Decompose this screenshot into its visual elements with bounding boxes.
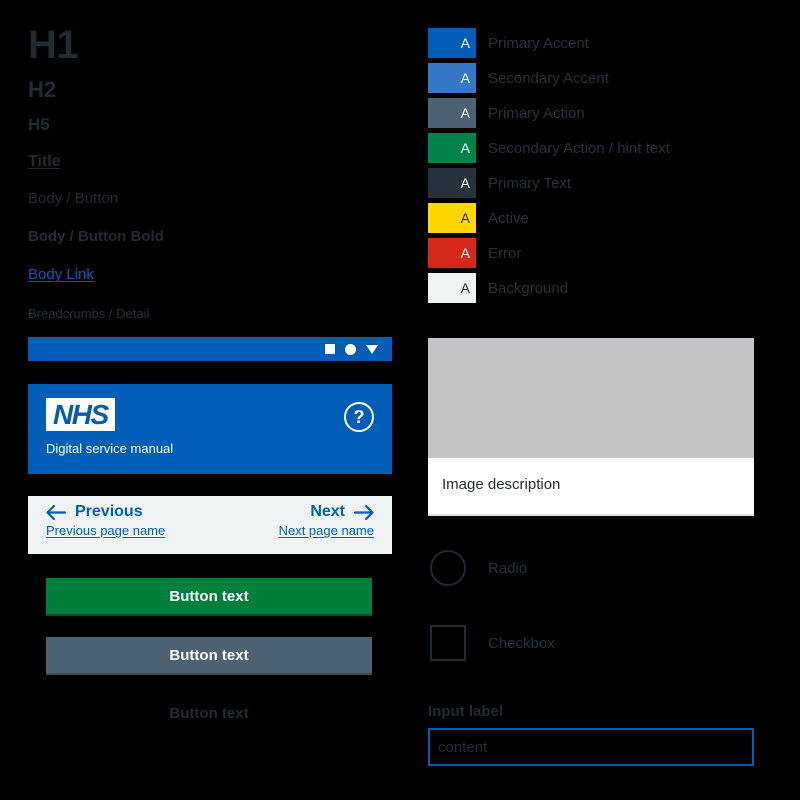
swatch-chip-primary-accent: A bbox=[428, 28, 476, 58]
nhs-logo-text: NHS bbox=[53, 399, 109, 430]
nhs-header-top-row: NHS ? bbox=[46, 398, 374, 432]
swatch-row-primary-text: A Primary Text bbox=[428, 168, 778, 198]
image-caption: Image description bbox=[442, 476, 561, 493]
pagination-next-button[interactable]: Next bbox=[310, 503, 374, 521]
checkbox-control[interactable]: Checkbox bbox=[430, 625, 555, 661]
square-icon[interactable] bbox=[325, 344, 335, 354]
color-swatch-list: A Primary Accent A Secondary Accent A Pr… bbox=[428, 28, 778, 308]
swatch-label-primary-text: Primary Text bbox=[488, 174, 572, 192]
tertiary-button-plain[interactable]: Button text bbox=[46, 695, 372, 731]
swatch-row-active: A Active bbox=[428, 203, 778, 233]
pagination-next-page-name[interactable]: Next page name bbox=[279, 523, 374, 538]
input-label: Input label bbox=[428, 703, 503, 720]
swatch-label-primary-action: Primary Action bbox=[488, 104, 585, 122]
pagination-next-label: Next bbox=[310, 503, 345, 520]
help-question-icon[interactable]: ? bbox=[344, 402, 374, 432]
radio-control[interactable]: Radio bbox=[430, 550, 527, 586]
text-input[interactable] bbox=[428, 728, 754, 766]
pagination: Previous Previous page name Next Next pa… bbox=[28, 496, 392, 554]
secondary-button-grey[interactable]: Button text bbox=[46, 637, 372, 673]
type-sample-h1: H1 bbox=[28, 23, 79, 67]
swatch-chip-active: A bbox=[428, 203, 476, 233]
type-sample-body-bold: Body / Button Bold bbox=[28, 228, 164, 246]
swatch-row-primary-accent: A Primary Accent bbox=[428, 28, 778, 58]
swatch-chip-error: A bbox=[428, 238, 476, 268]
pagination-previous-label: Previous bbox=[75, 503, 143, 520]
type-sample-body: Body / Button bbox=[28, 190, 119, 208]
swatch-label-secondary-action: Secondary Action / hint text bbox=[488, 139, 670, 157]
swatch-row-error: A Error bbox=[428, 238, 778, 268]
type-sample-h5: H5 bbox=[28, 115, 50, 135]
swatch-row-background: A Background bbox=[428, 273, 778, 303]
pagination-next-group: Next Next page name bbox=[279, 503, 374, 546]
type-sample-body-link[interactable]: Body Link bbox=[28, 266, 94, 284]
input-group: Input label bbox=[428, 703, 754, 766]
image-placeholder bbox=[428, 338, 754, 458]
primary-button-green[interactable]: Button text bbox=[46, 578, 372, 614]
nhs-logo[interactable]: NHS bbox=[46, 398, 115, 431]
radio-label: Radio bbox=[488, 559, 528, 577]
swatch-label-error: Error bbox=[488, 244, 522, 262]
swatch-label-secondary-accent: Secondary Accent bbox=[488, 69, 609, 87]
swatch-row-secondary-accent: A Secondary Accent bbox=[428, 63, 778, 93]
swatch-label-primary-accent: Primary Accent bbox=[488, 34, 589, 52]
design-system-preview: H1 H2 H5 Title Body / Button Body / Butt… bbox=[0, 0, 800, 800]
arrow-left-icon bbox=[46, 504, 66, 520]
checkbox-icon[interactable] bbox=[430, 625, 466, 661]
typography-specimen-list: H1 H2 H5 Title Body / Button Body / Butt… bbox=[28, 24, 388, 322]
nhs-header: NHS ? Digital service manual bbox=[28, 384, 392, 474]
swatch-chip-secondary-accent: A bbox=[428, 63, 476, 93]
pagination-previous-button[interactable]: Previous bbox=[46, 503, 165, 521]
swatch-chip-secondary-action: A bbox=[428, 133, 476, 163]
radio-button-icon[interactable] bbox=[430, 550, 466, 586]
type-sample-title: Title bbox=[28, 152, 61, 170]
swatch-label-active: Active bbox=[488, 209, 529, 227]
type-sample-h2: H2 bbox=[28, 77, 57, 102]
blue-toolbar bbox=[28, 337, 392, 361]
image-card[interactable]: Image description bbox=[428, 338, 754, 514]
swatch-row-secondary-action: A Secondary Action / hint text bbox=[428, 133, 778, 163]
triangle-down-icon[interactable] bbox=[366, 344, 378, 354]
arrow-right-icon bbox=[354, 504, 374, 520]
circle-icon[interactable] bbox=[345, 343, 356, 355]
swatch-chip-primary-action: A bbox=[428, 98, 476, 128]
pagination-previous-group: Previous Previous page name bbox=[46, 503, 165, 546]
swatch-label-background: Background bbox=[488, 279, 569, 297]
nhs-header-subtitle: Digital service manual bbox=[46, 441, 174, 456]
checkbox-label: Checkbox bbox=[488, 634, 555, 652]
swatch-row-primary-action: A Primary Action bbox=[428, 98, 778, 128]
swatch-chip-background: A bbox=[428, 273, 476, 303]
swatch-chip-primary-text: A bbox=[428, 168, 476, 198]
type-sample-breadcrumb: Breadcrumbs / Detail bbox=[28, 306, 150, 322]
pagination-previous-page-name[interactable]: Previous page name bbox=[46, 523, 165, 538]
